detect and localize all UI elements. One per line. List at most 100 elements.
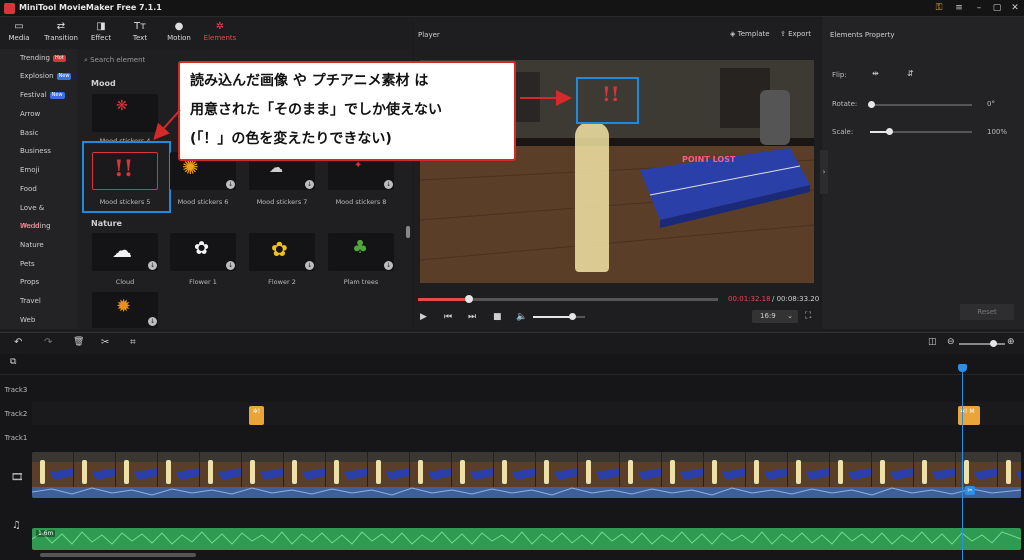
- export-button[interactable]: ⇪ Export: [780, 30, 811, 38]
- redo-icon[interactable]: ↷: [44, 337, 52, 348]
- template-button[interactable]: ◈ Template: [730, 30, 770, 38]
- export-icon: ⇪: [780, 30, 789, 38]
- download-icon[interactable]: ↓: [305, 261, 314, 270]
- seek-bar[interactable]: [418, 295, 718, 303]
- download-icon[interactable]: ↓: [384, 180, 393, 189]
- tab-motion[interactable]: ● Motion: [164, 17, 194, 49]
- download-icon[interactable]: ↓: [226, 261, 235, 270]
- grid-scrollbar[interactable]: [406, 226, 410, 238]
- clip-duration-badge: 1.6m: [36, 530, 56, 537]
- playhead-handle[interactable]: [958, 364, 967, 372]
- next-frame-button[interactable]: ⏭: [468, 312, 476, 322]
- play-button[interactable]: ▶: [420, 312, 427, 322]
- fullscreen-icon[interactable]: ⛶: [805, 311, 811, 321]
- element-flower-1[interactable]: ✿ ↓: [170, 233, 236, 271]
- download-icon[interactable]: ↓: [148, 317, 157, 326]
- download-icon[interactable]: ↓: [226, 180, 235, 189]
- download-icon[interactable]: ↓: [384, 261, 393, 270]
- element-flower-2[interactable]: ✿ ↓: [249, 233, 315, 271]
- rotate-slider[interactable]: [868, 101, 972, 108]
- element-label: Flower 1: [189, 278, 217, 286]
- delete-icon[interactable]: 🗑: [73, 337, 84, 347]
- rotate-handle[interactable]: [868, 101, 875, 108]
- flip-label: Flip:: [832, 71, 847, 79]
- minimize-button[interactable]: –: [972, 2, 986, 14]
- element-label: Mood stickers 8: [335, 198, 387, 206]
- fit-timeline-icon[interactable]: ◫: [928, 337, 937, 347]
- aspect-ratio-select[interactable]: 16:9 ⌄: [752, 310, 798, 323]
- flip-horizontal-icon[interactable]: ⇹: [872, 69, 879, 78]
- category-love-wedding[interactable]: Love & Wedding: [0, 199, 76, 230]
- tab-transition[interactable]: ⇄ Transition: [42, 17, 80, 49]
- previous-frame-button[interactable]: ⏮: [444, 312, 452, 322]
- hot-badge: Hot: [52, 54, 66, 62]
- category-food[interactable]: Food: [0, 180, 76, 198]
- element-sun[interactable]: ✹ ↓: [92, 292, 158, 328]
- close-button[interactable]: ✕: [1008, 2, 1022, 14]
- audio-waveform: [32, 531, 1021, 545]
- category-nature[interactable]: Nature: [0, 236, 76, 254]
- key-icon[interactable]: ⚿: [932, 2, 946, 14]
- new-badge: New: [49, 91, 65, 99]
- crop-icon[interactable]: ⌗: [130, 337, 136, 348]
- menu-icon[interactable]: ≡: [952, 2, 966, 14]
- tab-text[interactable]: Tт Text: [126, 17, 154, 49]
- audio-clip[interactable]: 1.6m: [32, 528, 1021, 550]
- zoom-out-icon[interactable]: ⊖: [947, 337, 955, 347]
- category-basic[interactable]: Basic: [0, 124, 76, 142]
- category-festival[interactable]: Festival New: [0, 86, 76, 104]
- download-icon[interactable]: ↓: [148, 261, 157, 270]
- category-travel[interactable]: Travel: [0, 292, 76, 310]
- track-label-1: Track1: [4, 434, 28, 442]
- element-plam-trees[interactable]: ♣ ↓: [328, 233, 394, 271]
- category-business[interactable]: Business: [0, 142, 76, 160]
- stop-button[interactable]: ■: [493, 312, 502, 322]
- annotation-line-3: (「！」の色を変えたりできない): [190, 131, 392, 147]
- zoom-handle[interactable]: [990, 340, 997, 347]
- tab-effect[interactable]: ◨ Effect: [86, 17, 116, 49]
- panel-collapse-handle[interactable]: ›: [820, 150, 828, 194]
- download-icon[interactable]: ↓: [305, 180, 314, 189]
- split-icon[interactable]: ✂: [101, 337, 109, 348]
- split-marker-icon[interactable]: ✂: [965, 486, 975, 495]
- elements-icon: ✲: [215, 21, 225, 32]
- scale-slider[interactable]: [870, 128, 972, 135]
- add-track-icon[interactable]: ⧉: [10, 357, 16, 367]
- category-web[interactable]: Web: [0, 311, 76, 329]
- tab-elements[interactable]: ✲ Elements: [202, 17, 238, 49]
- motion-icon: ●: [174, 21, 184, 32]
- flip-vertical-icon[interactable]: ⇵: [907, 69, 914, 78]
- tab-media[interactable]: ▭ Media: [4, 17, 34, 49]
- category-arrow[interactable]: Arrow: [0, 105, 76, 123]
- scale-handle[interactable]: [886, 128, 893, 135]
- track-label-3: Track3: [4, 386, 28, 394]
- sparkle-sticker-icon: ✦: [354, 160, 363, 171]
- element-cloud[interactable]: ☁ ↓: [92, 233, 158, 271]
- video-clip[interactable]: [32, 452, 1021, 498]
- sticker-clip[interactable]: ✲!: [249, 406, 264, 425]
- undo-icon[interactable]: ↶: [14, 337, 22, 348]
- volume-slider[interactable]: [533, 313, 585, 320]
- flower-sticker-icon: ✿: [194, 238, 210, 259]
- reset-button[interactable]: Reset: [960, 304, 1014, 320]
- maximize-button[interactable]: ▢: [990, 2, 1004, 14]
- category-trending[interactable]: Trending Hot: [0, 49, 76, 67]
- timeline: ⧉ Track3 Track2 Track1 ✲! ✲! M 🎞 ♫ 1.6m …: [0, 354, 1024, 560]
- rotate-label: Rotate:: [832, 100, 858, 108]
- volume-handle[interactable]: [569, 313, 576, 320]
- cloud-puff-sticker-icon: ☁: [269, 160, 283, 176]
- category-pets[interactable]: Pets: [0, 255, 76, 273]
- seek-handle[interactable]: [465, 295, 473, 303]
- timeline-scrollbar[interactable]: [40, 553, 196, 557]
- zoom-slider[interactable]: [959, 340, 1005, 347]
- zoom-in-icon[interactable]: ⊕: [1007, 337, 1015, 347]
- element-mood-stickers-4[interactable]: ❋: [92, 94, 158, 132]
- category-explosion[interactable]: Explosion New: [0, 67, 76, 85]
- volume-icon[interactable]: 🔈: [516, 312, 527, 322]
- element-mood-stickers-5[interactable]: !!: [92, 152, 158, 190]
- category-mood[interactable]: Mood: [0, 217, 76, 235]
- category-props[interactable]: Props: [0, 273, 76, 291]
- effect-icon: ◨: [96, 21, 106, 32]
- element-label: Mood stickers 7: [256, 198, 308, 206]
- category-emoji[interactable]: Emoji: [0, 161, 76, 179]
